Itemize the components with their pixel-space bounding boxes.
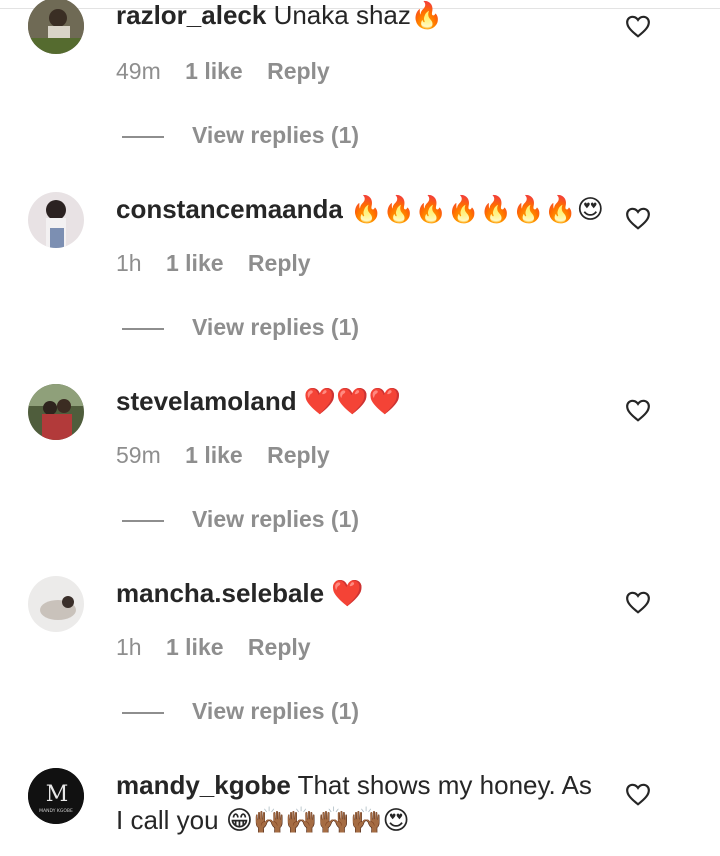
comment-meta: 59m 1 like Reply [116, 442, 348, 469]
replies-dash [122, 135, 164, 138]
view-replies-label: View replies (1) [192, 506, 360, 532]
avatar-photo [28, 384, 84, 440]
replies-dash [122, 327, 164, 330]
view-replies-button[interactable]: View replies (1) [122, 122, 359, 149]
comment-text: mancha.selebale ❤️ [116, 576, 606, 612]
comment-time: 1h [116, 250, 142, 276]
comment-time: 49m [116, 58, 161, 84]
heart-outline-icon[interactable] [625, 398, 651, 422]
comment-time: 59m [116, 442, 161, 468]
comment-emoji: 🔥🔥🔥🔥🔥🔥🔥😍 [350, 195, 604, 225]
comment-emoji: 😁🙌🏾🙌🏾🙌🏾🙌🏾😍 [225, 806, 410, 836]
avatar-photo [28, 192, 84, 248]
comment-likes[interactable]: 1 like [166, 250, 224, 276]
comment-username[interactable]: constancemaanda [116, 194, 343, 224]
heart-outline-icon[interactable] [625, 206, 651, 230]
comment-likes[interactable]: 1 like [166, 634, 224, 660]
comment-likes[interactable]: 1 like [185, 58, 243, 84]
comment-username[interactable]: mandy_kgobe [116, 770, 291, 800]
reply-button[interactable]: Reply [248, 250, 311, 276]
comment-text: razlor_aleck Unaka shaz🔥 [116, 0, 606, 34]
comment-username[interactable]: razlor_aleck [116, 0, 266, 30]
comment-meta: 49m 1 like Reply [116, 58, 348, 85]
replies-dash [122, 519, 164, 522]
comment-text: mandy_kgobe That shows my honey. As I ca… [116, 768, 606, 839]
comment-likes[interactable]: 1 like [185, 442, 243, 468]
comment-text: constancemaanda 🔥🔥🔥🔥🔥🔥🔥😍 [116, 192, 606, 228]
avatar-photo [28, 576, 84, 632]
avatar[interactable] [28, 384, 84, 440]
avatar-letter: M [46, 782, 69, 807]
comment-username[interactable]: mancha.selebale [116, 578, 324, 608]
view-replies-label: View replies (1) [192, 314, 360, 340]
view-replies-button[interactable]: View replies (1) [122, 698, 359, 725]
replies-dash [122, 711, 164, 714]
comment-time: 1h [116, 634, 142, 660]
heart-outline-icon[interactable] [625, 14, 651, 38]
reply-button[interactable]: Reply [248, 634, 311, 660]
avatar[interactable]: M MANDY KGOBE [28, 768, 84, 824]
comment-username[interactable]: stevelamoland [116, 386, 297, 416]
avatar[interactable] [28, 576, 84, 632]
comment-text: stevelamoland ❤️❤️❤️ [116, 384, 606, 420]
avatar-logo: M MANDY KGOBE [28, 768, 84, 824]
heart-outline-icon[interactable] [625, 590, 651, 614]
comment-meta: 1h 1 like Reply [116, 634, 329, 661]
comment-emoji: ❤️ [331, 579, 364, 609]
avatar[interactable] [28, 0, 84, 54]
comment-emoji: ❤️❤️❤️ [303, 387, 401, 417]
view-replies-button[interactable]: View replies (1) [122, 314, 359, 341]
reply-button[interactable]: Reply [267, 442, 330, 468]
view-replies-label: View replies (1) [192, 698, 360, 724]
view-replies-label: View replies (1) [192, 122, 360, 148]
comment-meta: 1h 1 like Reply [116, 250, 329, 277]
avatar-photo [28, 0, 84, 54]
comment-body: Unaka shaz [273, 0, 411, 30]
comment-emoji: 🔥 [410, 1, 444, 31]
heart-outline-icon[interactable] [625, 782, 651, 806]
avatar[interactable] [28, 192, 84, 248]
view-replies-button[interactable]: View replies (1) [122, 506, 359, 533]
reply-button[interactable]: Reply [267, 58, 330, 84]
avatar-caption: MANDY KGOBE [39, 808, 73, 814]
